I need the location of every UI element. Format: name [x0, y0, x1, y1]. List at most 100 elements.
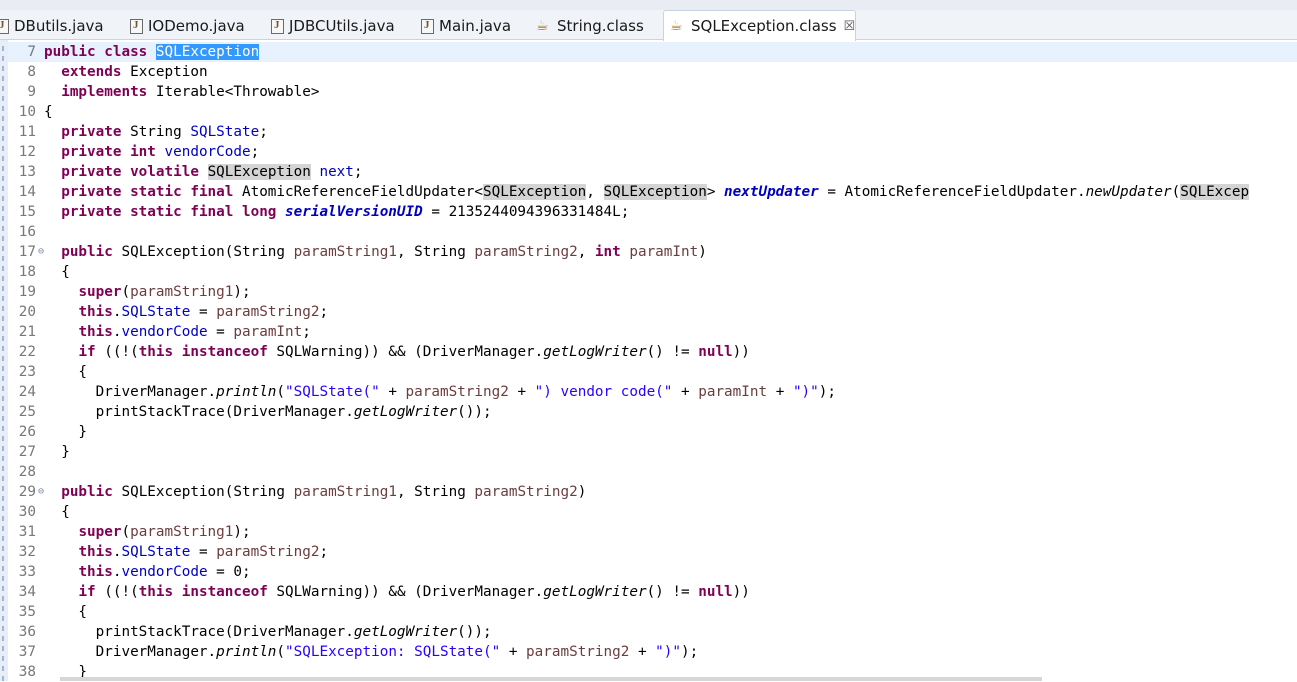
code-editor[interactable]: 7 public class SQLException 8 extends Exce…: [8, 42, 1297, 682]
gutter-marker: [2, 326, 4, 331]
code-token: super: [78, 284, 122, 300]
gutter-marker: [2, 476, 4, 481]
close-icon[interactable]: ☒: [844, 19, 856, 34]
tab-sqlexception-class[interactable]: ☕ SQLException.class ☒: [663, 10, 857, 41]
code-line[interactable]: 10 {: [8, 102, 1297, 122]
line-number: 29: [18, 484, 36, 500]
tab-label: JDBCUtils.java: [289, 17, 395, 35]
code-line[interactable]: 26 }: [8, 422, 1297, 442]
gutter-marker: [2, 386, 4, 391]
gutter-marker: [2, 186, 4, 191]
code-token: ((!(: [95, 584, 139, 600]
code-line[interactable]: 31 super(paramString1);: [8, 522, 1297, 542]
tab-string-class[interactable]: ☕ String.class: [536, 12, 644, 40]
gutter-marker: [2, 626, 4, 631]
line-number: 33: [18, 564, 36, 580]
code-token: ): [577, 484, 587, 500]
gutter-marker: [2, 176, 4, 181]
tab-iodemo-java[interactable]: IODemo.java: [130, 12, 245, 40]
code-token: getLogWriter: [543, 584, 647, 600]
code-token: vendorCode: [121, 564, 208, 580]
gutter-marker: [2, 126, 4, 131]
java-file-icon: [271, 18, 284, 34]
gutter-marker: [2, 396, 4, 401]
code-token: SQLWarning)) && (DriverManager.: [267, 584, 544, 600]
gutter-marker: [2, 106, 4, 111]
gutter-marker: [2, 276, 4, 281]
code-token: getLogWriter: [543, 344, 647, 360]
gutter-marker: [2, 466, 4, 471]
code-line[interactable]: 17 ⊖ public SQLException(String paramStri…: [8, 242, 1297, 262]
code-line[interactable]: 7 public class SQLException: [8, 42, 1297, 62]
tab-label: DButils.java: [14, 17, 104, 35]
code-line[interactable]: 28: [8, 462, 1297, 482]
code-line[interactable]: 11 private String SQLState;: [8, 122, 1297, 142]
code-line[interactable]: 33 this.vendorCode = 0;: [8, 562, 1297, 582]
code-token: ((!(: [95, 344, 139, 360]
code-line[interactable]: 35 {: [8, 602, 1297, 622]
line-number: 11: [18, 124, 36, 140]
tab-dbutils-java[interactable]: DButils.java: [0, 12, 104, 40]
code-text: printStackTrace(DriverManager.getLogWrit…: [44, 622, 492, 642]
code-line[interactable]: 36 printStackTrace(DriverManager.getLogW…: [8, 622, 1297, 642]
code-token: (: [276, 644, 286, 660]
code-token: null: [698, 344, 733, 360]
line-number: 20: [18, 304, 36, 320]
code-line[interactable]: 37 DriverManager.println("SQLException: …: [8, 642, 1297, 662]
code-token: paramString1: [293, 244, 397, 260]
code-token: ")": [655, 644, 681, 660]
gutter-marker: [2, 146, 4, 151]
code-line[interactable]: 13 private volatile SQLException next;: [8, 162, 1297, 182]
code-text: private int vendorCode;: [44, 142, 259, 162]
code-line[interactable]: 19 super(paramString1);: [8, 282, 1297, 302]
code-line[interactable]: 16: [8, 222, 1297, 242]
code-line[interactable]: 20 this.SQLState = paramString2;: [8, 302, 1297, 322]
code-line[interactable]: 32 this.SQLState = paramString2;: [8, 542, 1297, 562]
code-line[interactable]: 30 {: [8, 502, 1297, 522]
gutter-marker: [2, 586, 4, 591]
code-line[interactable]: 23 {: [8, 362, 1297, 382]
line-number: 31: [18, 524, 36, 540]
code-line[interactable]: 27 }: [8, 442, 1297, 462]
code-line[interactable]: 9 implements Iterable<Throwable>: [8, 82, 1297, 102]
line-number: 27: [18, 444, 36, 460]
code-token: );: [233, 284, 251, 300]
code-token: = AtomicReferenceFieldUpdater.: [818, 184, 1086, 200]
code-token: printStackTrace(DriverManager.: [44, 404, 354, 420]
tab-label: String.class: [557, 17, 644, 35]
code-line[interactable]: 29 ⊖ public SQLException(String paramStri…: [8, 482, 1297, 502]
code-line[interactable]: 34 if ((!(this instanceof SQLWarning)) &…: [8, 582, 1297, 602]
code-line[interactable]: 14 private static final AtomicReferenceF…: [8, 182, 1297, 202]
code-token: String: [121, 124, 191, 140]
code-token: );: [681, 644, 699, 660]
code-line[interactable]: 12 private int vendorCode;: [8, 142, 1297, 162]
tab-main-java[interactable]: Main.java: [421, 12, 511, 40]
code-token: public: [61, 244, 113, 260]
horizontal-scrollbar[interactable]: [60, 677, 1042, 681]
code-token: )): [732, 344, 750, 360]
tab-jdbcutils-java[interactable]: JDBCUtils.java: [271, 12, 395, 40]
code-token: nextUpdater: [724, 184, 819, 200]
code-line[interactable]: 24 DriverManager.println("SQLState(" + p…: [8, 382, 1297, 402]
code-line[interactable]: 18 {: [8, 262, 1297, 282]
code-line[interactable]: 8 extends Exception: [8, 62, 1297, 82]
code-token: paramString1: [293, 484, 397, 500]
code-line[interactable]: 22 if ((!(this instanceof SQLWarning)) &…: [8, 342, 1297, 362]
line-number: 21: [18, 324, 36, 340]
code-line[interactable]: 25 printStackTrace(DriverManager.getLogW…: [8, 402, 1297, 422]
gutter-marker: [2, 496, 4, 501]
code-token: AtomicReferenceFieldUpdater<: [233, 184, 483, 200]
code-line[interactable]: 21 this.vendorCode = paramInt;: [8, 322, 1297, 342]
code-token: next: [319, 164, 354, 180]
code-text: implements Iterable<Throwable>: [44, 82, 319, 102]
code-token: ,: [586, 184, 604, 200]
code-line[interactable]: 15 private static final long serialVersi…: [8, 202, 1297, 222]
line-number: 30: [18, 504, 36, 520]
editor-tab-bar: DButils.java IODemo.java JDBCUtils.java …: [0, 0, 1297, 41]
code-token: Exception: [121, 64, 208, 80]
